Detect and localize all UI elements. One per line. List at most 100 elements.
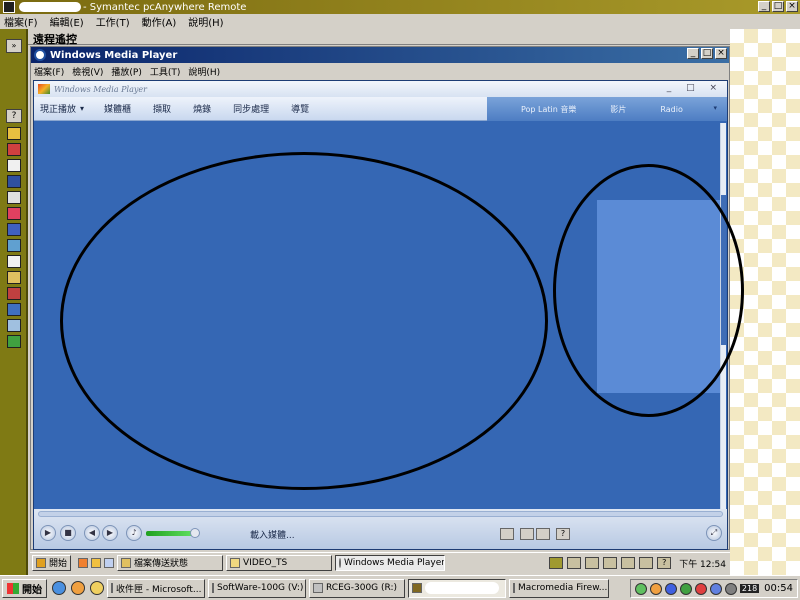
wmp-title-bar[interactable]: Windows Media Player _ □ × <box>31 47 729 63</box>
previous-button[interactable]: ◀ <box>84 525 100 541</box>
remote-task-video-ts[interactable]: VIDEO_TS <box>226 554 333 571</box>
store-link-video[interactable]: 影片 <box>610 104 626 115</box>
maximize-button[interactable]: □ <box>772 1 784 12</box>
expand-toolbar-button[interactable]: » <box>6 39 22 53</box>
tray-icon[interactable] <box>634 582 647 595</box>
folder-icon[interactable] <box>7 271 21 284</box>
disconnect-icon[interactable] <box>7 207 21 220</box>
task-outlook[interactable]: 收件匣 - Microsoft... <box>107 578 205 598</box>
tray-icon[interactable] <box>724 582 737 595</box>
wmp-menu-play[interactable]: 播放(P) <box>111 65 141 78</box>
pcanywhere-app-icon[interactable] <box>3 1 15 13</box>
help-icon[interactable]: ? <box>657 557 672 569</box>
task-rceg-drive[interactable]: RCEG-300G (R:) <box>309 578 405 598</box>
seek-bar[interactable] <box>38 511 723 517</box>
pin-icon[interactable] <box>520 528 534 540</box>
wmp-app-icon[interactable] <box>34 49 46 61</box>
start-button[interactable]: 開始 <box>2 578 47 598</box>
outlook-icon[interactable] <box>71 581 85 595</box>
play-button[interactable]: ▶ <box>40 525 56 541</box>
remote-start-button[interactable]: 開始 <box>32 554 72 571</box>
keyboard-icon[interactable] <box>7 303 21 316</box>
task-pcanywhere[interactable] <box>408 578 506 598</box>
transfer-icon[interactable] <box>7 143 21 156</box>
menu-action[interactable]: 動作(A) <box>142 14 177 29</box>
playlist-panel[interactable] <box>597 200 721 393</box>
chevron-down-icon[interactable]: ▾ <box>80 104 84 113</box>
wmp-minimize-button[interactable]: _ <box>687 48 699 59</box>
document-icon[interactable] <box>7 159 21 172</box>
minimize-button[interactable]: _ <box>758 1 770 12</box>
quicklaunch-icon[interactable] <box>78 557 89 568</box>
tab-library[interactable]: 媒體櫃 <box>104 102 131 115</box>
tray-icon[interactable] <box>664 582 677 595</box>
clipboard-icon[interactable] <box>7 255 21 268</box>
remote-task-file-transfer[interactable]: 檔案傳送狀態 <box>117 554 224 571</box>
scrollbar-thumb[interactable] <box>721 195 726 345</box>
task-label: RCEG-300G (R:) <box>326 583 398 593</box>
task-label: VIDEO_TS <box>243 557 288 568</box>
tray-icon[interactable] <box>694 582 707 595</box>
volume-slider[interactable] <box>146 531 194 536</box>
close-button[interactable]: × <box>786 1 798 12</box>
record-icon[interactable] <box>7 287 21 300</box>
tray-icon[interactable] <box>679 582 692 595</box>
tray-icon[interactable] <box>649 582 662 595</box>
display-icon[interactable] <box>639 557 654 569</box>
menu-edit[interactable]: 編輯(E) <box>50 14 84 29</box>
pcanywhere-app-icon <box>412 583 422 593</box>
wmp-skin-window-controls[interactable]: _ □ × <box>667 83 723 93</box>
store-link-radio[interactable]: Radio <box>660 105 682 114</box>
task-software-drive[interactable]: SoftWare-100G (V:) <box>208 578 306 598</box>
remote-task-wmp[interactable]: Windows Media Player <box>335 554 446 571</box>
tray-icon[interactable] <box>549 557 564 569</box>
mute-button[interactable]: ♪ <box>126 525 142 541</box>
wmp-menu-file[interactable]: 檔案(F) <box>34 65 64 78</box>
wmp-menu-help[interactable]: 說明(H) <box>188 65 220 78</box>
chat-icon[interactable] <box>603 557 618 569</box>
wmp-menu-view[interactable]: 檢視(V) <box>72 65 103 78</box>
volume-slider-knob[interactable] <box>190 528 200 538</box>
status-icon[interactable] <box>7 335 21 348</box>
next-button[interactable]: ▶ <box>102 525 118 541</box>
rotate-icon[interactable] <box>7 191 21 204</box>
chat-icon[interactable] <box>7 239 21 252</box>
tab-now-playing[interactable]: 現正播放 <box>40 102 76 115</box>
menu-file[interactable]: 檔案(F) <box>4 14 38 29</box>
store-dropdown-icon[interactable]: ▾ <box>713 104 717 112</box>
pen-icon[interactable] <box>621 557 636 569</box>
screen-icon[interactable] <box>7 175 21 188</box>
pcanywhere-title-bar[interactable]: - Symantec pcAnywhere Remote _ □ × <box>0 0 800 14</box>
help-icon[interactable]: ? <box>556 528 570 540</box>
tab-sync[interactable]: 同步處理 <box>233 102 269 115</box>
tab-burn[interactable]: 燒錄 <box>193 102 211 115</box>
task-fireworks[interactable]: Macromedia Firew... <box>509 578 609 598</box>
tray-icon[interactable] <box>709 582 722 595</box>
quicklaunch-icon[interactable] <box>90 581 104 595</box>
monitor-icon[interactable] <box>7 223 21 236</box>
wmp-close-button[interactable]: × <box>715 48 727 59</box>
quicklaunch-icon[interactable] <box>104 557 115 568</box>
chat-icon[interactable] <box>536 528 550 540</box>
menu-task[interactable]: 工作(T) <box>96 14 130 29</box>
stop-button[interactable]: ■ <box>60 525 76 541</box>
status-text: 載入媒體... <box>250 531 295 541</box>
keyboard-icon[interactable] <box>567 557 582 569</box>
drive-icon <box>313 583 323 593</box>
tab-guide[interactable]: 導覽 <box>291 102 309 115</box>
quicklaunch-icon[interactable] <box>91 557 102 568</box>
pin-icon[interactable] <box>585 557 600 569</box>
session-icon[interactable] <box>7 127 21 140</box>
keyboard-icon[interactable] <box>500 528 514 540</box>
menu-help[interactable]: 說明(H) <box>188 14 223 29</box>
settings-icon[interactable] <box>7 319 21 332</box>
wmp-skin-title-bar[interactable]: Windows Media Player _ □ × <box>34 81 727 97</box>
help-icon[interactable]: ? <box>6 109 22 123</box>
vertical-scrollbar[interactable] <box>720 123 726 510</box>
ie-icon[interactable] <box>52 581 66 595</box>
fullscreen-button[interactable]: ⤢ <box>706 525 722 541</box>
tab-rip[interactable]: 擷取 <box>153 102 171 115</box>
wmp-menu-tools[interactable]: 工具(T) <box>150 65 181 78</box>
store-link-music[interactable]: Pop Latin 音樂 <box>521 104 576 115</box>
wmp-maximize-button[interactable]: □ <box>701 48 713 59</box>
